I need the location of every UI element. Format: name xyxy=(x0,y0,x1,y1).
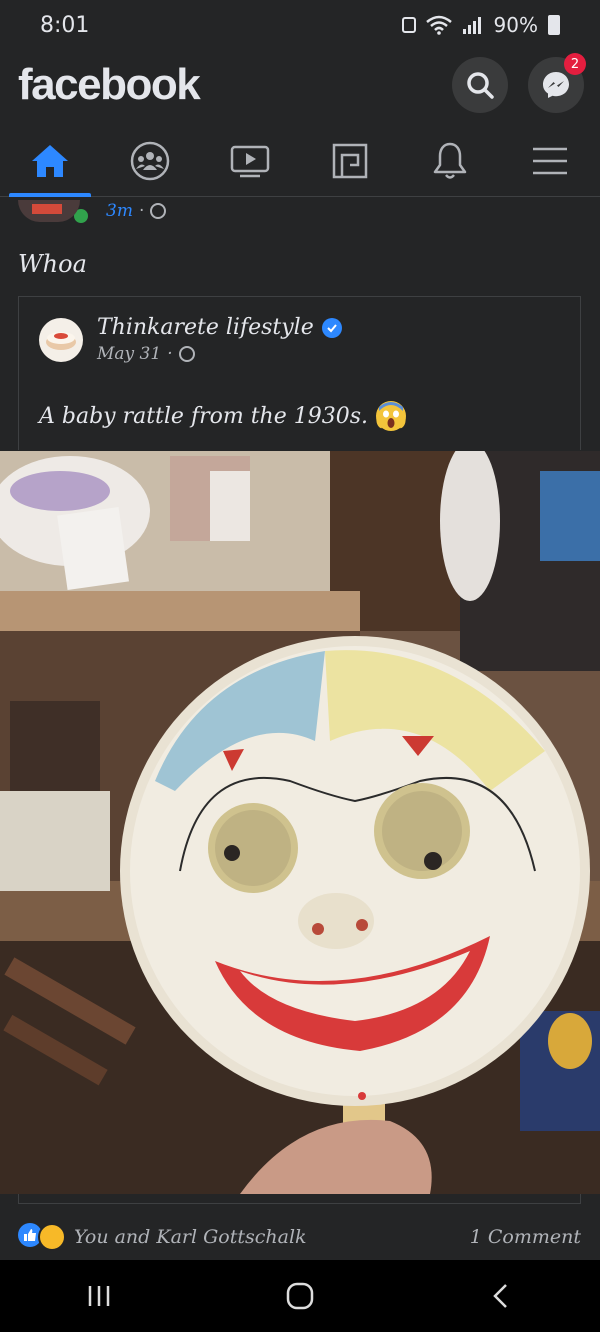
page-info: Thinkarete lifestyle May 31 · xyxy=(97,315,342,364)
lock-icon xyxy=(401,17,416,33)
page-name-row: Thinkarete lifestyle xyxy=(97,315,342,340)
search-button[interactable] xyxy=(452,57,508,113)
shared-post-header: Thinkarete lifestyle May 31 · xyxy=(39,315,342,364)
messenger-icon xyxy=(543,72,569,98)
cake-icon xyxy=(46,331,76,350)
page-avatar[interactable] xyxy=(39,317,83,362)
app-header: facebook 2 xyxy=(0,50,600,120)
tab-watch[interactable] xyxy=(205,125,295,197)
post-time[interactable]: 3m xyxy=(106,201,133,221)
post-photo[interactable] xyxy=(0,451,600,1194)
facebook-logo[interactable]: facebook xyxy=(18,60,201,110)
shared-post-text-row: A baby rattle from the 1930s. xyxy=(39,401,407,431)
meta-separator: · xyxy=(138,201,145,221)
reaction-icons xyxy=(18,1223,66,1251)
rattle-photo-illustration xyxy=(0,451,600,1194)
scream-emoji-icon xyxy=(376,401,407,431)
reactions-summary[interactable]: You and Karl Gottschalk xyxy=(18,1223,307,1251)
system-navigation-bar xyxy=(0,1260,600,1332)
shared-post-date[interactable]: May 31 xyxy=(97,344,161,364)
verified-icon xyxy=(321,317,342,338)
status-time: 8:01 xyxy=(40,12,90,38)
tab-notifications[interactable] xyxy=(405,125,495,197)
shared-post-meta: May 31 · xyxy=(97,344,342,364)
bell-icon xyxy=(433,142,467,179)
marketplace-icon xyxy=(332,143,368,178)
signal-icon xyxy=(462,17,481,34)
haha-reaction-icon xyxy=(38,1223,66,1251)
main-nav xyxy=(0,125,600,197)
watch-icon xyxy=(230,145,270,177)
groups-icon xyxy=(130,141,170,180)
back-icon[interactable] xyxy=(486,1281,516,1311)
reactions-row: You and Karl Gottschalk 1 Comment xyxy=(18,1220,581,1254)
globe-icon xyxy=(178,346,195,362)
status-icons: 90% xyxy=(401,13,560,37)
author-avatar[interactable] xyxy=(18,200,80,222)
tab-menu[interactable] xyxy=(505,125,595,197)
battery-icon xyxy=(548,15,560,35)
messenger-button[interactable]: 2 xyxy=(528,53,586,113)
tab-marketplace[interactable] xyxy=(305,125,395,197)
tab-groups[interactable] xyxy=(105,125,195,197)
search-icon xyxy=(467,72,494,99)
shared-card-bottom-border xyxy=(18,1194,581,1204)
header-actions: 2 xyxy=(452,53,586,113)
status-bar: 8:01 90% xyxy=(0,0,600,50)
tab-home[interactable] xyxy=(5,125,95,197)
globe-icon xyxy=(150,203,167,219)
battery-text: 90% xyxy=(493,13,538,37)
recent-apps-icon[interactable] xyxy=(84,1282,114,1310)
menu-icon xyxy=(533,147,567,174)
home-icon xyxy=(32,144,68,177)
wifi-icon xyxy=(425,15,452,35)
meta-separator: · xyxy=(167,344,173,364)
home-button-icon[interactable] xyxy=(283,1279,317,1313)
messenger-badge: 2 xyxy=(564,53,586,75)
post-text: Whoa xyxy=(18,250,87,278)
page-name[interactable]: Thinkarete lifestyle xyxy=(97,315,314,340)
reactions-text[interactable]: You and Karl Gottschalk xyxy=(74,1226,307,1248)
shared-post-card[interactable]: Thinkarete lifestyle May 31 · A baby rat… xyxy=(18,296,581,450)
post-meta: 3m · xyxy=(18,196,167,226)
shared-post-text: A baby rattle from the 1930s. xyxy=(39,403,369,429)
comments-count[interactable]: 1 Comment xyxy=(470,1226,581,1248)
